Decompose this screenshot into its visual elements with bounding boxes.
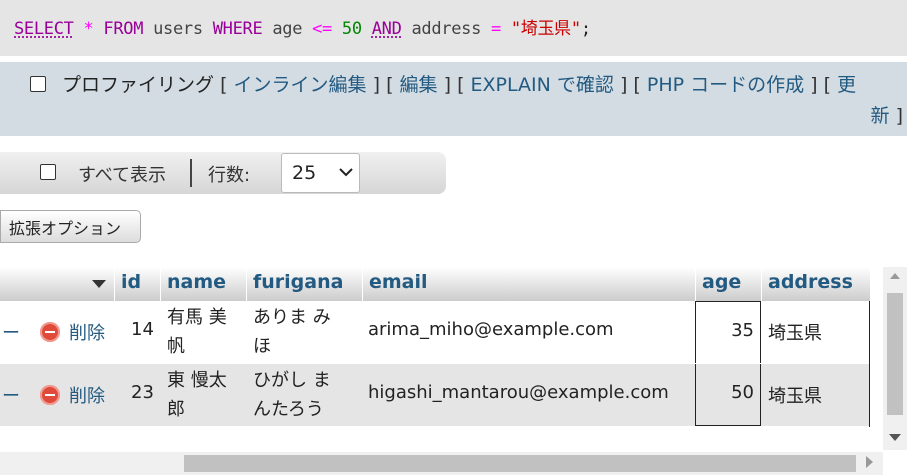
sql-table-name: users <box>153 19 203 39</box>
vertical-scrollbar[interactable] <box>883 267 907 450</box>
chevron-down-icon <box>339 163 353 181</box>
table-row: ー 削除 23 東 慢太 郎 ひがし ま んたろう higashi_mantar… <box>0 364 870 426</box>
delete-icon[interactable] <box>40 322 60 342</box>
bracket-close: ] <box>810 74 818 96</box>
rows-label: 行数: <box>208 165 251 186</box>
cell-name: 有馬 美 帆 <box>167 303 243 361</box>
sql-query-bar: SELECT * FROM users WHERE age <= 50 AND … <box>0 0 907 56</box>
column-header-email[interactable]: email <box>362 267 695 301</box>
cell-name-line2: 帆 <box>167 336 185 357</box>
sql-keyword-from: FROM <box>103 19 144 39</box>
cell-furigana: ありま み ほ <box>253 303 353 361</box>
profiling-bar: プロファイリング [ インライン編集 ] [ 編集 ] [ EXPLAIN で確… <box>0 62 907 136</box>
profiling-label: プロファイリング <box>62 74 215 96</box>
bracket-open: [ <box>386 74 394 96</box>
delete-icon[interactable] <box>40 385 60 405</box>
column-header-address[interactable]: address <box>761 267 870 301</box>
column-border <box>869 301 870 427</box>
bracket-open: [ <box>457 74 465 96</box>
row-action-dash[interactable]: ー <box>2 319 20 345</box>
sql-query-text[interactable]: SELECT * FROM users WHERE age <= 50 AND … <box>14 14 591 39</box>
refresh-link-part2[interactable]: 新 <box>871 105 890 127</box>
column-header-age[interactable]: age <box>695 267 761 301</box>
results-table: id name furigana email age address ー 削除 … <box>0 267 883 430</box>
sql-column-age: age <box>272 19 303 39</box>
refresh-link-part1[interactable]: 更 <box>837 74 856 96</box>
sort-down-icon[interactable] <box>91 277 107 293</box>
delete-link[interactable]: 削除 <box>69 382 105 408</box>
sql-keyword-select: SELECT <box>14 19 74 39</box>
rows-per-page-value: 25 <box>292 162 317 184</box>
cell-age-box: 35 <box>695 301 761 363</box>
cell-age-box: 50 <box>695 364 761 426</box>
extended-options-button[interactable]: 拡張オプション <box>0 210 141 243</box>
cell-age: 50 <box>731 382 754 403</box>
row-action-dash[interactable]: ー <box>2 382 20 408</box>
column-header-furigana[interactable]: furigana <box>246 267 362 301</box>
sql-semicolon: ; <box>580 19 591 39</box>
cell-email: arima_miho@example.com <box>368 319 614 340</box>
bracket-open: [ <box>823 74 832 96</box>
cell-age: 35 <box>731 320 754 341</box>
horizontal-scrollbar[interactable] <box>0 452 883 475</box>
cell-name-line1: 東 慢太 <box>167 370 227 391</box>
bracket-close: ] <box>895 105 903 127</box>
profiling-row: プロファイリング [ インライン編集 ] [ 編集 ] [ EXPLAIN で確… <box>30 70 856 97</box>
show-all-label: すべて表示 <box>78 165 167 186</box>
cell-furigana-line2: ほ <box>253 336 271 357</box>
cell-address: 埼玉県 <box>768 323 822 344</box>
inline-edit-link[interactable]: インライン編集 <box>234 74 367 96</box>
sql-string-value: "埼玉県" <box>510 19 581 39</box>
bracket-close: ] <box>443 74 452 96</box>
sql-operator-lte: <= <box>312 19 332 39</box>
show-all-checkbox[interactable] <box>40 164 56 180</box>
horizontal-scroll-thumb[interactable] <box>184 455 856 472</box>
sql-column-address: address <box>411 19 482 39</box>
table-row: ー 削除 14 有馬 美 帆 ありま み ほ arima_miho@exampl… <box>0 301 870 363</box>
sql-keyword-and: AND <box>371 19 402 39</box>
scroll-right-icon[interactable] <box>866 456 873 471</box>
cell-furigana: ひがし ま んたろう <box>253 366 353 424</box>
cell-email: higashi_mantarou@example.com <box>368 382 669 403</box>
cell-name-line1: 有馬 美 <box>167 307 227 328</box>
bracket-open: [ <box>220 74 228 96</box>
php-code-link[interactable]: PHP コードの作成 <box>647 74 804 96</box>
cell-furigana-line2: んたろう <box>253 399 324 420</box>
sql-operator-eq: = <box>490 19 501 39</box>
column-header-id[interactable]: id <box>114 267 160 301</box>
scroll-up-icon[interactable] <box>890 272 900 282</box>
column-header-name[interactable]: name <box>160 267 246 301</box>
bracket-close: ] <box>619 74 628 96</box>
cell-id: 23 <box>131 382 154 403</box>
edit-link[interactable]: 編集 <box>400 74 438 96</box>
sql-keyword-where: WHERE <box>212 19 263 39</box>
profiling-row-wrap: 新 ] <box>871 101 903 128</box>
bracket-close: ] <box>372 74 381 96</box>
cell-furigana-line1: ありま み <box>253 307 331 328</box>
delete-link[interactable]: 削除 <box>69 319 105 345</box>
sql-star: * <box>83 19 94 39</box>
rows-per-page-select[interactable]: 25 <box>281 153 360 193</box>
cell-address: 埼玉県 <box>768 386 822 407</box>
explain-link[interactable]: EXPLAIN で確認 <box>471 74 614 96</box>
bracket-open: [ <box>633 74 641 96</box>
cell-name: 東 慢太 郎 <box>167 366 243 424</box>
sql-number: 50 <box>341 19 362 39</box>
separator <box>190 159 192 187</box>
table-header-row: id name furigana email age address <box>0 267 870 301</box>
cell-furigana-line1: ひがし ま <box>253 370 331 391</box>
cell-id: 14 <box>131 319 154 340</box>
vertical-scroll-thumb[interactable] <box>887 293 903 415</box>
cell-name-line2: 郎 <box>167 399 185 420</box>
scroll-down-icon[interactable] <box>889 431 901 444</box>
profiling-checkbox[interactable] <box>30 76 46 92</box>
navigation-bar: すべて表示 行数: 25 <box>0 152 446 194</box>
